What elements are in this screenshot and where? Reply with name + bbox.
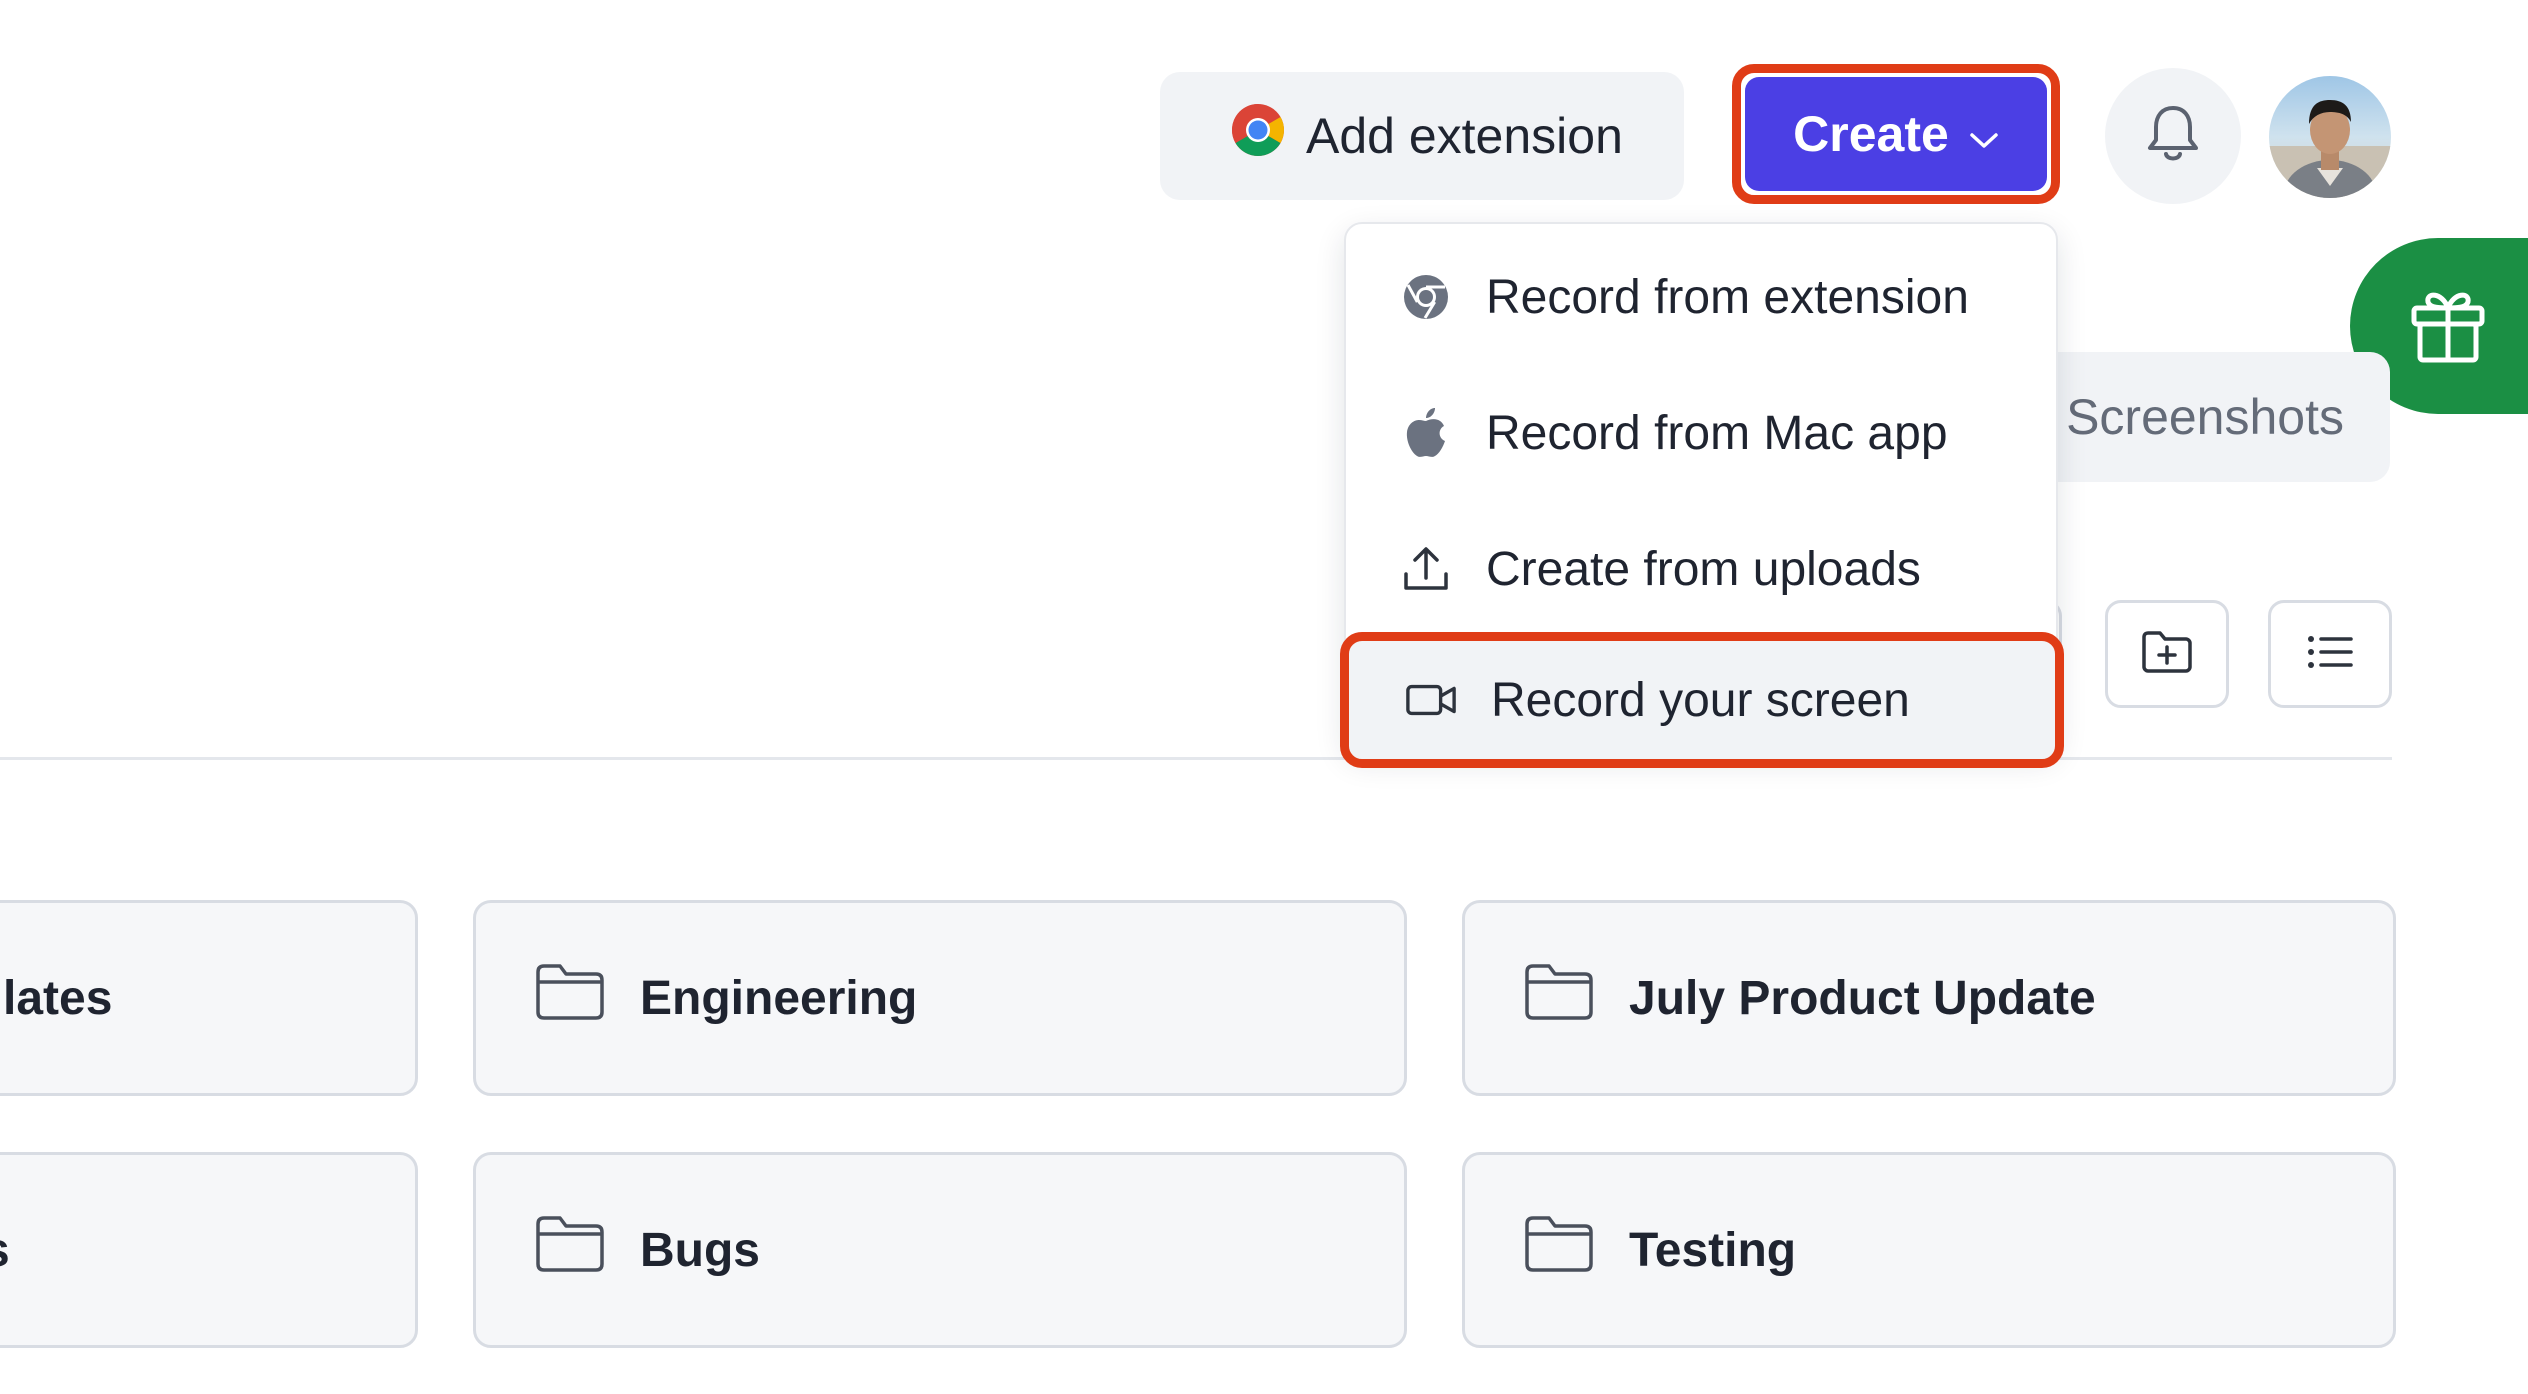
chrome-logo-icon <box>1230 102 1286 170</box>
new-folder-button[interactable] <box>2105 600 2229 708</box>
menu-item-create-from-uploads[interactable]: Create from uploads <box>1346 510 2060 628</box>
chrome-icon <box>1400 271 1452 323</box>
screenshots-tab-label: Screenshots <box>2066 389 2344 445</box>
list-view-icon <box>2305 632 2355 677</box>
add-extension-button[interactable]: Add extension <box>1160 72 1684 200</box>
folder-card[interactable]: Bugs <box>473 1152 1407 1348</box>
menu-item-record-from-mac-app[interactable]: Record from Mac app <box>1346 374 2060 492</box>
folder-icon <box>1523 1214 1595 1286</box>
folder-card[interactable]: Engineering <box>473 900 1407 1096</box>
folder-label: lates <box>3 971 113 1025</box>
menu-item-label: Record from Mac app <box>1486 406 1948 460</box>
folder-card[interactable]: s <box>0 1152 418 1348</box>
add-extension-label: Add extension <box>1306 108 1623 164</box>
notifications-button[interactable] <box>2105 68 2241 204</box>
folder-card[interactable]: July Product Update <box>1462 900 2396 1096</box>
menu-item-label: Record from extension <box>1486 270 1969 324</box>
menu-item-label: Create from uploads <box>1486 542 1921 596</box>
folder-label: s <box>0 1223 10 1278</box>
folder-label: Engineering <box>640 971 918 1025</box>
menu-item-record-your-screen[interactable]: Record your screen <box>1340 632 2064 768</box>
user-avatar[interactable] <box>2269 76 2391 198</box>
folder-card[interactable]: lates <box>0 900 418 1096</box>
folder-label: Bugs <box>640 1223 760 1277</box>
menu-item-record-from-extension[interactable]: Record from extension <box>1346 238 2060 356</box>
tab-screenshots[interactable]: Screenshots <box>2030 352 2390 482</box>
folder-icon <box>1523 962 1595 1034</box>
bell-icon <box>2144 102 2202 171</box>
gift-icon <box>2406 282 2490 371</box>
folder-icon <box>534 962 606 1034</box>
new-folder-icon <box>2140 629 2194 680</box>
create-label: Create <box>1793 106 1949 162</box>
folder-label: Testing <box>1629 1223 1797 1277</box>
apple-icon <box>1400 407 1452 459</box>
create-button[interactable]: Create <box>1745 77 2047 191</box>
folder-card[interactable]: Testing <box>1462 1152 2396 1348</box>
upload-icon <box>1400 543 1452 595</box>
video-camera-icon <box>1405 674 1457 726</box>
menu-item-label: Record your screen <box>1491 673 1910 727</box>
chevron-down-icon <box>1969 105 1999 163</box>
list-view-button[interactable] <box>2268 600 2392 708</box>
folder-label: July Product Update <box>1629 971 2096 1025</box>
folder-icon <box>534 1214 606 1286</box>
